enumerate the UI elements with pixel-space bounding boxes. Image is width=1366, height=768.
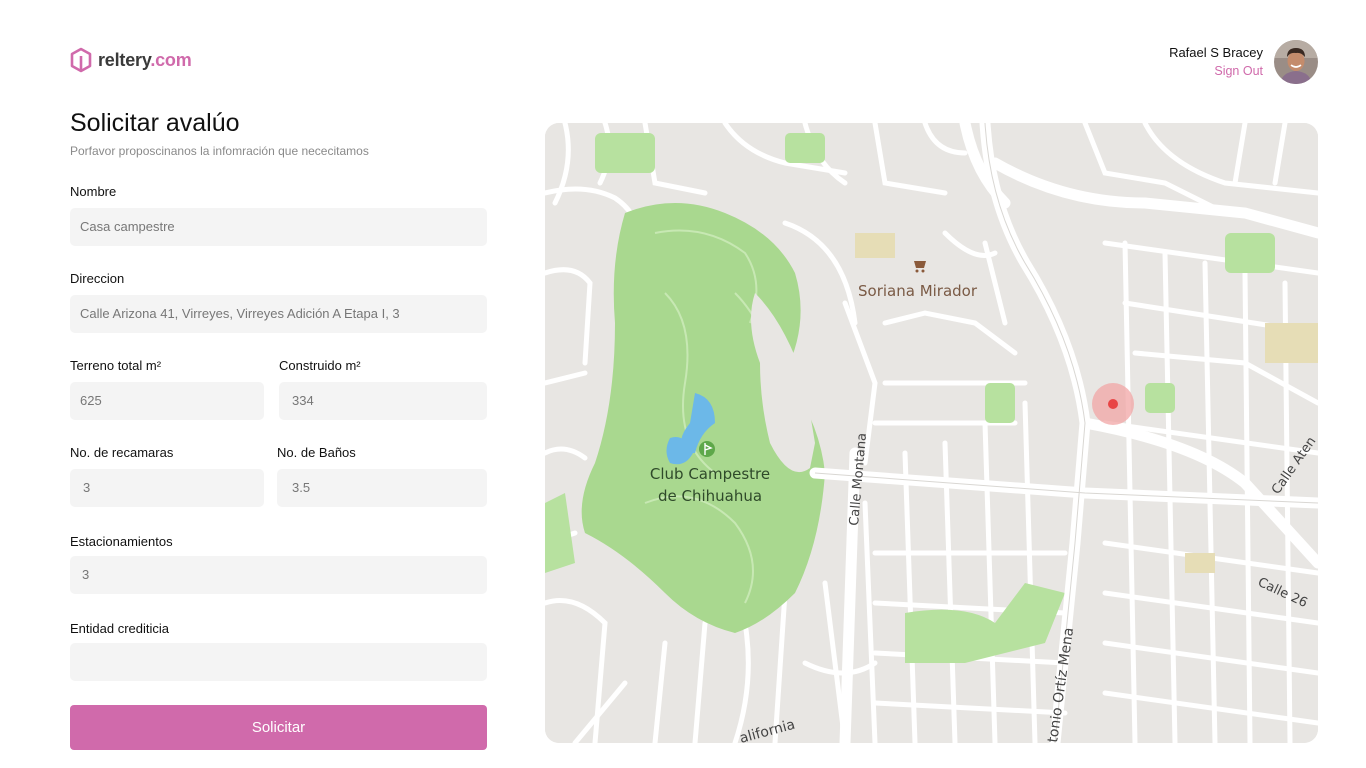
- banos-label: No. de Baños: [277, 445, 356, 460]
- nombre-field[interactable]: Casa campestre: [70, 208, 487, 246]
- logo-text: reltery.com: [98, 49, 192, 70]
- entidad-field[interactable]: [70, 643, 487, 681]
- solicitar-button[interactable]: Solicitar: [70, 705, 487, 750]
- logo-hexagon-icon: [70, 47, 92, 73]
- club-label-line1: Club Campestre: [650, 465, 770, 483]
- user-menu: Rafael S Bracey Sign Out: [1169, 40, 1318, 84]
- recamaras-label: No. de recamaras: [70, 445, 174, 460]
- store-label: Soriana Mirador: [858, 282, 978, 300]
- avatar[interactable]: [1274, 40, 1318, 84]
- sign-out-link[interactable]: Sign Out: [1169, 62, 1263, 80]
- entidad-label: Entidad crediticia: [70, 621, 169, 636]
- terreno-field[interactable]: 625: [70, 382, 264, 420]
- estacionamientos-label: Estacionamientos: [70, 534, 173, 549]
- page-title: Solicitar avalúo: [70, 109, 240, 137]
- direccion-label: Direccion: [70, 271, 125, 286]
- request-form: Solicitar avalúo Porfavor proposcinanos …: [70, 108, 487, 158]
- page-subtitle: Porfavor proposcinanos la infomración qu…: [70, 144, 369, 158]
- user-name: Rafael S Bracey: [1169, 45, 1263, 60]
- construido-field[interactable]: 334: [279, 382, 487, 420]
- recamaras-field[interactable]: 3: [70, 469, 264, 507]
- map[interactable]: Soriana Mirador Club Campestre de Chihua…: [545, 123, 1318, 743]
- logo[interactable]: reltery.com: [70, 47, 192, 73]
- construido-label: Construido m²: [279, 358, 361, 373]
- terreno-label: Terreno total m²: [70, 358, 162, 373]
- banos-field[interactable]: 3.5: [277, 469, 487, 507]
- estacionamientos-field[interactable]: 3: [70, 556, 487, 594]
- golf-icon: [699, 441, 715, 457]
- club-label-line2: de Chihuahua: [658, 487, 762, 505]
- nombre-label: Nombre: [70, 184, 117, 199]
- direccion-field[interactable]: Calle Arizona 41, Virreyes, Virreyes Adi…: [70, 295, 487, 333]
- location-marker[interactable]: [1092, 383, 1134, 425]
